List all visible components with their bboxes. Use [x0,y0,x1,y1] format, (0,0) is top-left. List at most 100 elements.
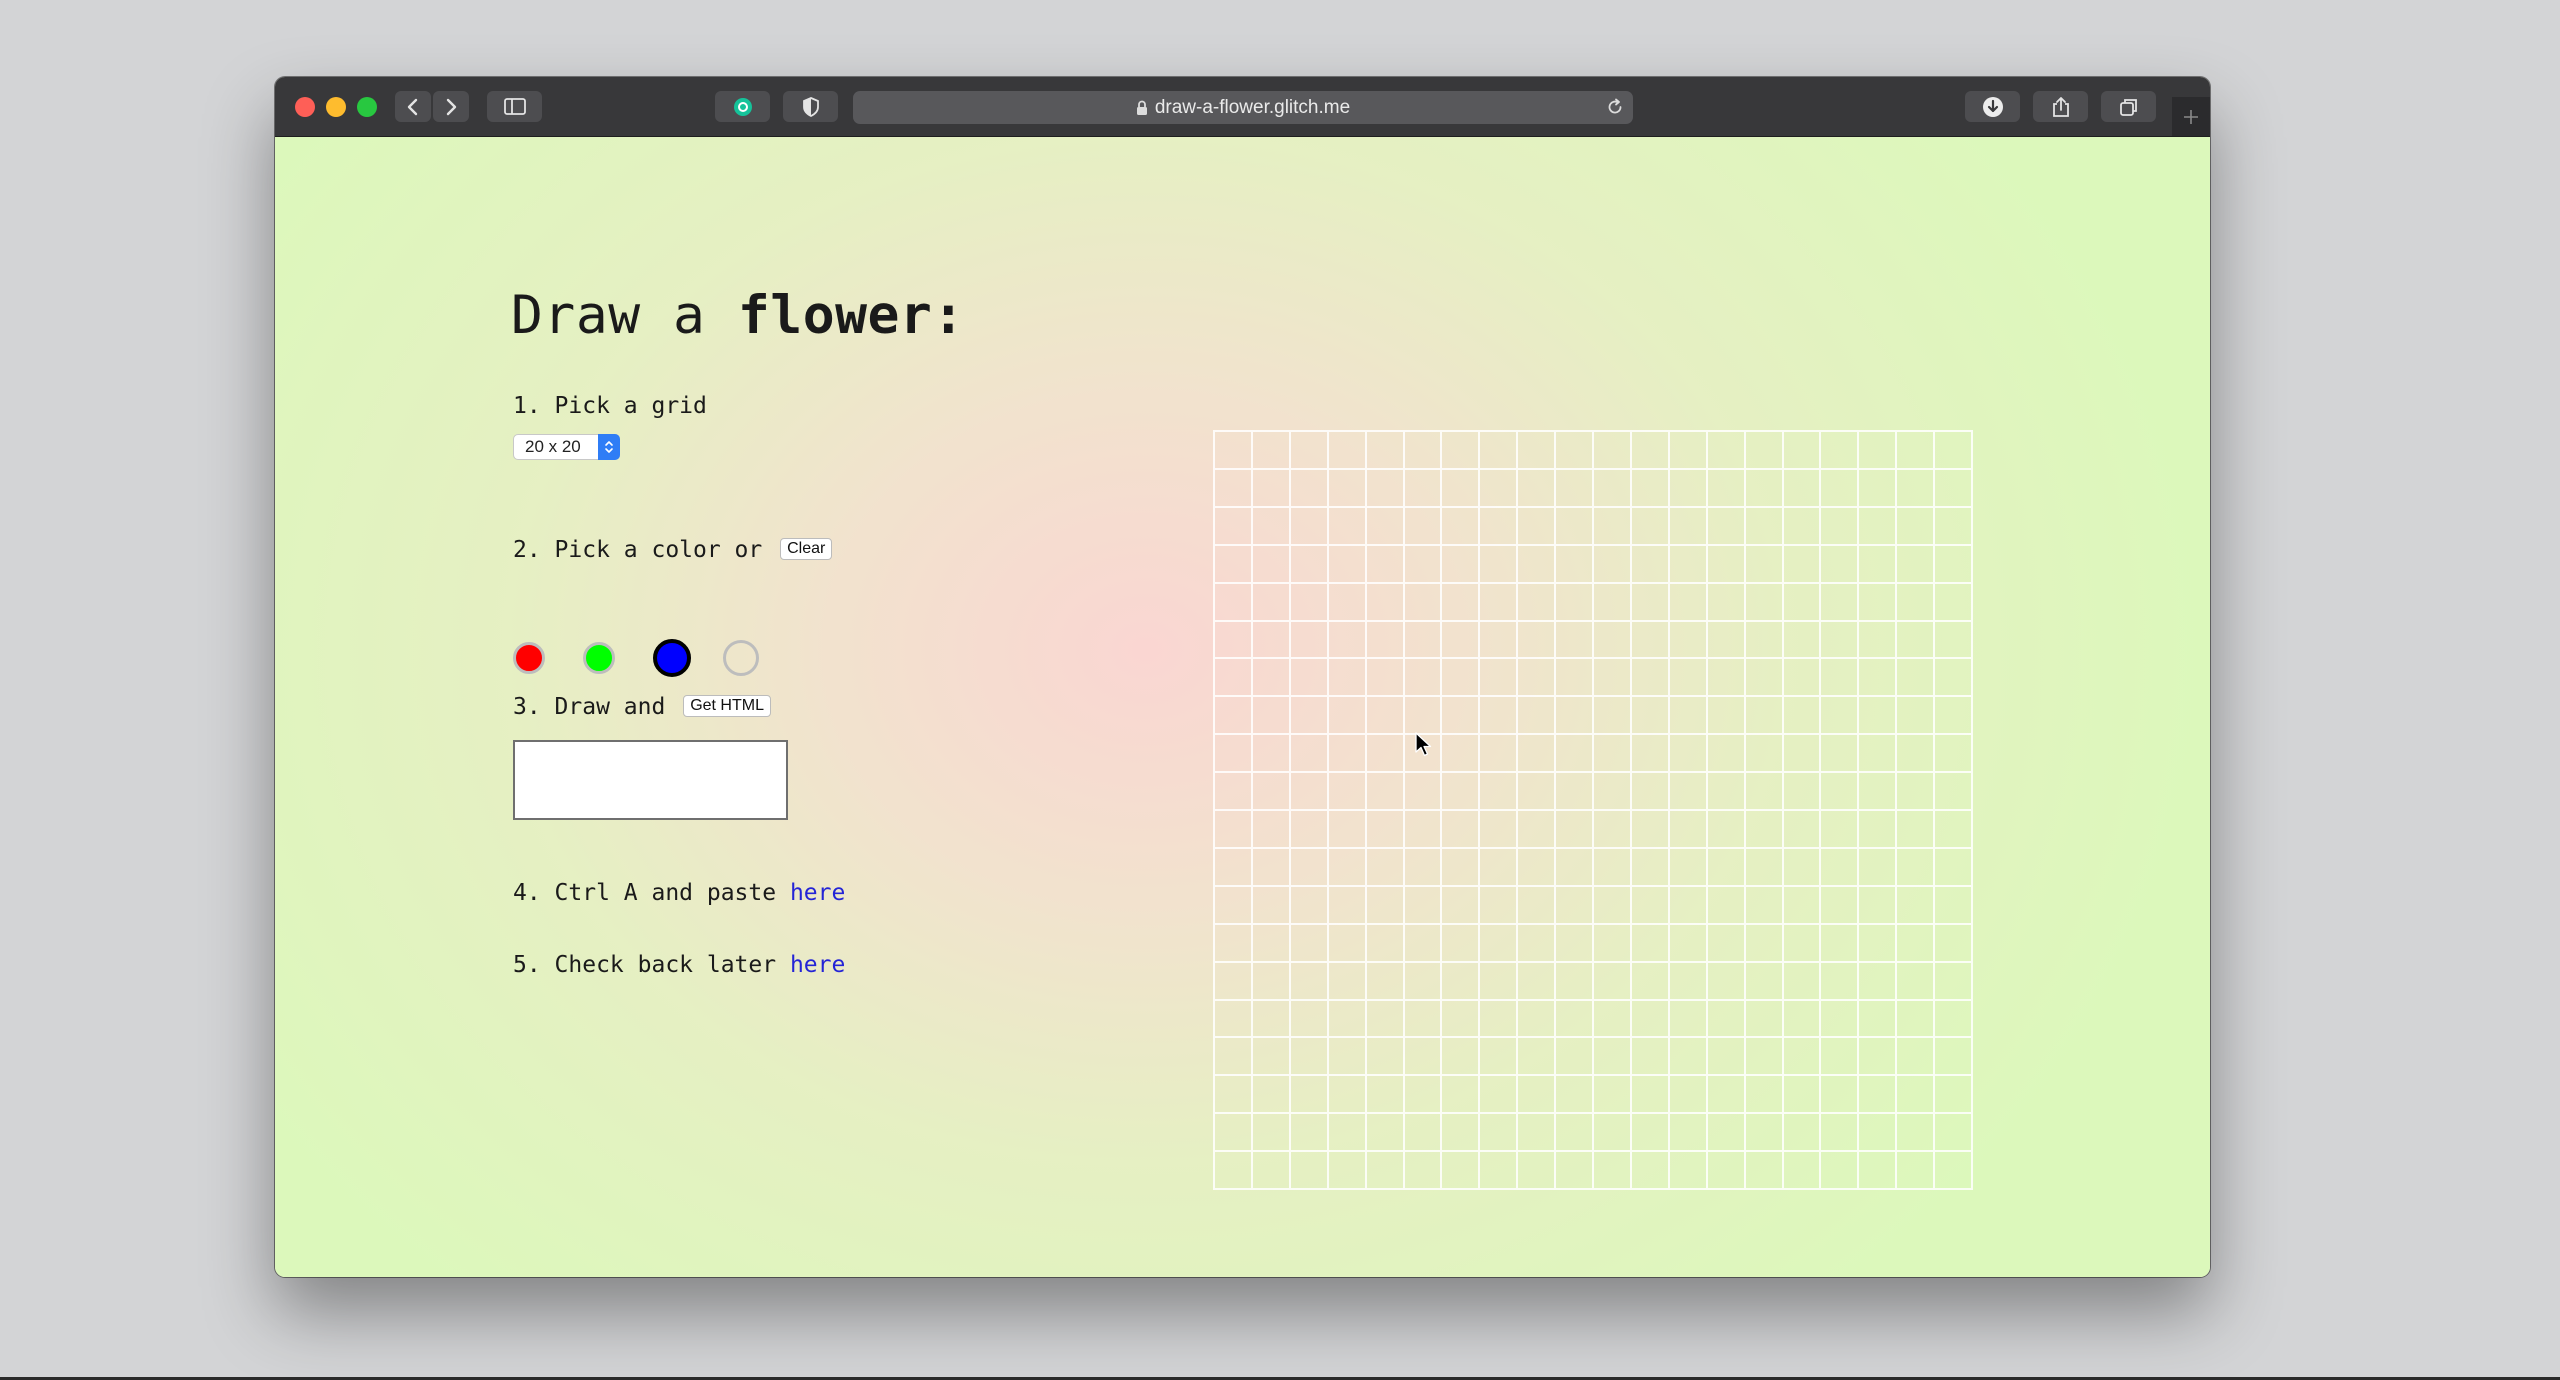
grid-cell[interactable] [1215,1000,1253,1039]
grid-cell[interactable] [1290,697,1329,736]
grid-cell[interactable] [1480,545,1519,584]
grid-cell[interactable] [1594,1000,1632,1039]
grid-cell[interactable] [1556,811,1594,849]
grid-cell[interactable] [1897,545,1936,584]
grid-cell[interactable] [1631,1152,1670,1190]
grid-cell[interactable] [1480,432,1519,470]
grid-cell[interactable] [1480,886,1519,925]
grid-cell[interactable] [1328,621,1367,660]
grid-cell[interactable] [1745,1038,1784,1077]
grid-cell[interactable] [1859,1038,1898,1077]
grid-cell[interactable] [1404,507,1443,546]
grid-cell[interactable] [1442,469,1481,508]
grid-cell[interactable] [1897,432,1936,470]
grid-cell[interactable] [1783,735,1822,774]
grid-cell[interactable] [1252,1114,1291,1153]
grid-cell[interactable] [1594,773,1632,811]
grid-cell[interactable] [1707,469,1746,508]
grid-cell[interactable] [1935,1114,1973,1153]
grid-cell[interactable] [1745,1114,1784,1153]
grid-cell[interactable] [1252,545,1291,584]
grid-cell[interactable] [1290,432,1329,470]
zoom-window-button[interactable] [357,97,377,117]
grid-cell[interactable] [1669,1152,1708,1190]
grid-cell[interactable] [1707,697,1746,736]
grid-cell[interactable] [1821,659,1860,698]
grid-cell[interactable] [1631,1000,1670,1039]
grid-cell[interactable] [1518,1038,1557,1077]
grid-cell[interactable] [1290,811,1329,849]
grid-cell[interactable] [1935,848,1973,887]
grid-cell[interactable] [1404,697,1443,736]
grid-cell[interactable] [1821,432,1860,470]
grid-cell[interactable] [1707,924,1746,963]
grid-cell[interactable] [1480,469,1519,508]
grid-cell[interactable] [1480,962,1519,1001]
grid-cell[interactable] [1252,886,1291,925]
grid-cell[interactable] [1935,507,1973,546]
grid-cell[interactable] [1935,773,1973,811]
grid-cell[interactable] [1631,1076,1670,1115]
grid-cell[interactable] [1442,1000,1481,1039]
grid-cell[interactable] [1935,811,1973,849]
grid-cell[interactable] [1783,811,1822,849]
grid-cell[interactable] [1859,697,1898,736]
grid-cell[interactable] [1328,507,1367,546]
grid-cell[interactable] [1366,432,1405,470]
grid-cell[interactable] [1859,545,1898,584]
grid-cell[interactable] [1404,1114,1443,1153]
paste-here-link[interactable]: here [790,880,845,906]
grid-cell[interactable] [1859,811,1898,849]
grid-cell[interactable] [1707,886,1746,925]
grid-cell[interactable] [1745,507,1784,546]
grid-cell[interactable] [1366,848,1405,887]
grid-cell[interactable] [1480,507,1519,546]
share-button[interactable] [2033,91,2088,122]
grid-cell[interactable] [1821,848,1860,887]
grid-cell[interactable] [1556,545,1594,584]
grid-cell[interactable] [1328,924,1367,963]
check-back-link[interactable]: here [790,952,845,978]
grid-cell[interactable] [1631,432,1670,470]
grid-cell[interactable] [1556,583,1594,622]
grid-cell[interactable] [1821,507,1860,546]
grid-cell[interactable] [1935,886,1973,925]
grid-cell[interactable] [1518,962,1557,1001]
grid-cell[interactable] [1290,659,1329,698]
grid-cell[interactable] [1669,659,1708,698]
grid-cell[interactable] [1328,1038,1367,1077]
grid-cell[interactable] [1252,773,1291,811]
grid-cell[interactable] [1594,1114,1632,1153]
grid-cell[interactable] [1215,469,1253,508]
grid-cell[interactable] [1328,1076,1367,1115]
grid-cell[interactable] [1518,1000,1557,1039]
grid-cell[interactable] [1707,962,1746,1001]
grid-cell[interactable] [1783,583,1822,622]
grid-cell[interactable] [1252,962,1291,1001]
grid-cell[interactable] [1783,1038,1822,1077]
drawing-grid[interactable] [1213,430,1973,1190]
grid-cell[interactable] [1707,432,1746,470]
grid-cell[interactable] [1404,773,1443,811]
forward-button[interactable] [433,91,469,122]
grid-cell[interactable] [1556,469,1594,508]
grid-cell[interactable] [1783,697,1822,736]
grid-cell[interactable] [1442,1114,1481,1153]
grid-cell[interactable] [1215,924,1253,963]
grid-cell[interactable] [1783,621,1822,660]
grid-cell[interactable] [1669,1038,1708,1077]
grid-cell[interactable] [1556,659,1594,698]
grid-cell[interactable] [1859,583,1898,622]
grid-cell[interactable] [1518,924,1557,963]
grid-cell[interactable] [1556,924,1594,963]
grid-cell[interactable] [1859,469,1898,508]
grid-cell[interactable] [1480,659,1519,698]
grid-cell[interactable] [1480,1152,1519,1190]
grid-cell[interactable] [1366,1114,1405,1153]
grid-cell[interactable] [1897,507,1936,546]
grid-cell[interactable] [1821,697,1860,736]
grid-cell[interactable] [1631,697,1670,736]
grid-cell[interactable] [1669,773,1708,811]
color-swatch-eraser[interactable] [723,640,759,676]
grid-cell[interactable] [1328,773,1367,811]
